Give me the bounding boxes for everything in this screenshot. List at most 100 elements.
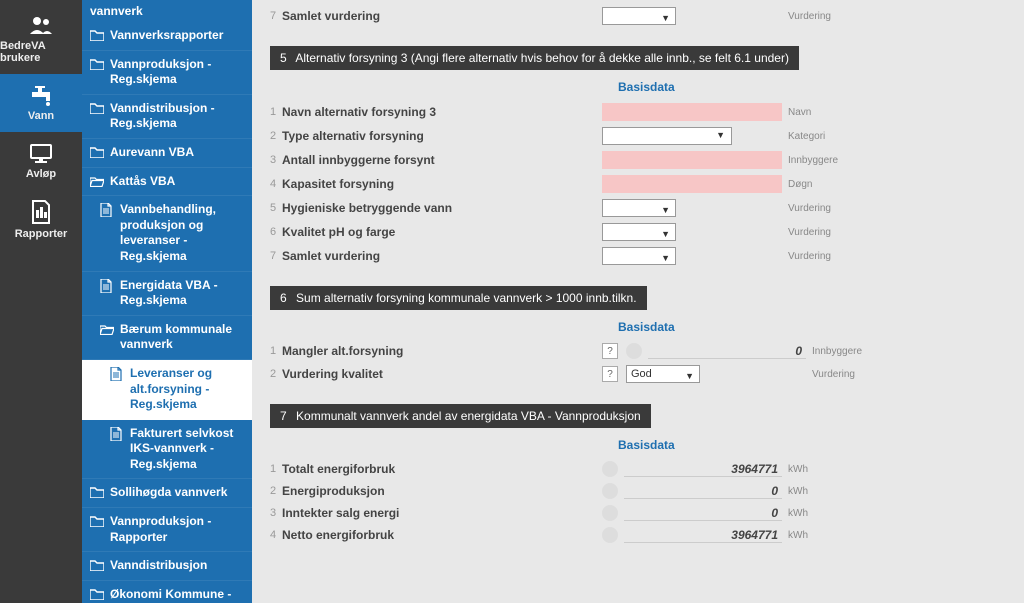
folder-open-icon [90, 175, 104, 187]
vurdering-select[interactable] [602, 247, 676, 265]
kvalitet-select[interactable]: God [626, 365, 700, 383]
row-unit: kWh [788, 464, 808, 475]
section-6-title: Sum alternativ forsyning kommunale vannv… [296, 291, 637, 305]
sidebar-item-1[interactable]: Vannproduksjon - Reg.skjema [82, 51, 252, 95]
sidebar-item-label: Fakturert selvkost IKS-vannverk - Reg.sk… [130, 426, 244, 473]
section-7-title: Kommunalt vannverk andel av energidata V… [296, 409, 641, 423]
section-5-basis: Basisdata [618, 80, 1002, 94]
doc-icon [30, 200, 52, 224]
sidebar-item-label: Aurevann VBA [110, 145, 194, 161]
sec7-row-3: 4Netto energiforbruk 3964771 kWh [270, 524, 1002, 546]
sec5-row-5: 6Kvalitet pH og farge Vurdering [270, 220, 1002, 244]
value-text: 3964771 [624, 462, 782, 477]
main-content: 7Samlet vurderingVurdering 5 Alternativ … [252, 0, 1024, 603]
sidebar-item-label: Økonomi Kommune - Reg.skjema [110, 587, 244, 603]
row-num: 1 [270, 345, 282, 357]
row-num: 6 [270, 226, 282, 238]
help-icon[interactable]: ? [602, 366, 618, 382]
ghost-icon [602, 461, 618, 477]
row-unit: Innbyggere [788, 155, 838, 166]
row-num: 7 [270, 250, 282, 262]
sidebar-item-label: Leveranser og alt.forsyning - Reg.skjema [130, 366, 244, 413]
folder-icon [90, 146, 104, 158]
iconbar-item-1[interactable]: Vann [0, 74, 82, 132]
vurdering-select[interactable] [602, 223, 676, 241]
type-select[interactable] [602, 127, 732, 145]
sidebar-item-3[interactable]: Aurevann VBA [82, 139, 252, 168]
row-label: Navn alternativ forsyning 3 [282, 105, 602, 119]
folder-icon [90, 29, 104, 41]
sidebar-item-5[interactable]: Vannbehandling, produksjon og leveranser… [82, 196, 252, 271]
sidebar-item-6[interactable]: Energidata VBA - Reg.skjema [82, 272, 252, 316]
iconbar-item-3[interactable]: Rapporter [0, 190, 82, 250]
row-unit: Innbyggere [812, 346, 862, 357]
iconbar-item-0[interactable]: BedreVA brukere [0, 4, 82, 74]
sec6-row-1: 2Vurdering kvalitet?GodVurdering [270, 362, 1002, 386]
row-label: Netto energiforbruk [282, 528, 602, 542]
row-num: 2 [270, 130, 282, 142]
sidebar-item-2[interactable]: Vanndistribusjon - Reg.skjema [82, 95, 252, 139]
text-input[interactable] [602, 151, 782, 169]
group-icon [28, 14, 54, 36]
sidebar-item-12[interactable]: Vanndistribusjon [82, 552, 252, 581]
row-label: Kvalitet pH og farge [282, 225, 602, 239]
sidebar-item-13[interactable]: Økonomi Kommune - Reg.skjema [82, 581, 252, 603]
row-unit: Vurdering [788, 227, 831, 238]
sidebar: vannverk VannverksrapporterVannproduksjo… [82, 0, 252, 603]
help-icon[interactable]: ? [602, 343, 618, 359]
sidebar-item-9[interactable]: Fakturert selvkost IKS-vannverk - Reg.sk… [82, 420, 252, 480]
row-num: 1 [270, 106, 282, 118]
iconbar-item-2[interactable]: Avløp [0, 132, 82, 190]
row-unit: Navn [788, 107, 811, 118]
sidebar-item-label: Vannproduksjon - Reg.skjema [110, 57, 244, 88]
ghost-icon [602, 483, 618, 499]
row-num: 2 [270, 485, 282, 497]
row-label: Type alternativ forsyning [282, 129, 602, 143]
row-num: 4 [270, 529, 282, 541]
sidebar-item-0[interactable]: Vannverksrapporter [82, 22, 252, 51]
row-num: 5 [270, 202, 282, 214]
row-label: Inntekter salg energi [282, 506, 602, 520]
section-5-title: Alternativ forsyning 3 (Angi flere alter… [295, 51, 789, 65]
row-num: 7 [270, 10, 282, 22]
sec7-row-2: 3Inntekter salg energi0kWh [270, 502, 1002, 524]
iconbar-label: BedreVA brukere [0, 40, 82, 64]
file-icon [110, 367, 124, 381]
sidebar-item-10[interactable]: Sollihøgda vannverk [82, 479, 252, 508]
sidebar-item-label: Vanndistribusjon - Reg.skjema [110, 101, 244, 132]
sidebar-item-label: Sollihøgda vannverk [110, 485, 227, 501]
text-input[interactable] [602, 175, 782, 193]
row-num: 3 [270, 507, 282, 519]
section-7-basis: Basisdata [618, 438, 1002, 452]
value-text: 0 [624, 484, 782, 499]
section-6-num: 6 [280, 291, 287, 305]
row-label: Hygieniske betryggende vann [282, 201, 602, 215]
row-unit: Vurdering [788, 203, 831, 214]
section-5-header: 5 Alternativ forsyning 3 (Angi flere alt… [270, 46, 799, 70]
row-num: 3 [270, 154, 282, 166]
value-text: 3964771 [624, 528, 782, 543]
vurdering-select[interactable] [602, 199, 676, 217]
sidebar-item-8[interactable]: Leveranser og alt.forsyning - Reg.skjema [82, 360, 252, 420]
tap-icon [28, 84, 54, 106]
row-unit: Kategori [788, 131, 825, 142]
sec5-row-3: 4Kapasitet forsyningDøgn [270, 172, 1002, 196]
sidebar-item-4[interactable]: Kattås VBA [82, 168, 252, 197]
folder-icon [90, 559, 104, 571]
file-icon [110, 427, 124, 441]
row-label: Kapasitet forsyning [282, 177, 602, 191]
vurdering-select[interactable] [602, 7, 676, 25]
row-unit: kWh [788, 530, 808, 541]
row-num: 4 [270, 178, 282, 190]
folder-icon [90, 58, 104, 70]
file-icon [100, 203, 114, 217]
row-label: Antall innbyggerne forsynt [282, 153, 602, 167]
sec5-row-6: 7Samlet vurderingVurdering [270, 244, 1002, 268]
text-input[interactable] [602, 103, 782, 121]
sidebar-item-11[interactable]: Vannproduksjon - Rapporter [82, 508, 252, 552]
folder-icon [90, 102, 104, 114]
sidebar-item-7[interactable]: Bærum kommunale vannverk [82, 316, 252, 360]
sidebar-item-label: Vannbehandling, produksjon og leveranser… [120, 202, 244, 264]
sec5-row-1: 2Type alternativ forsyning Kategori [270, 124, 1002, 148]
row-label: Mangler alt.forsyning [282, 344, 602, 358]
